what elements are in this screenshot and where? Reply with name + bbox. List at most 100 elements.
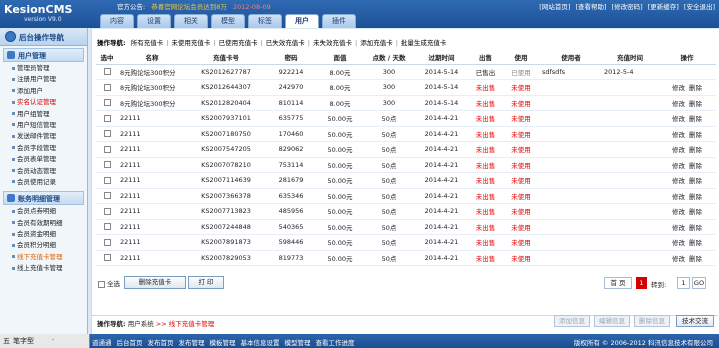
status-link[interactable]: 后台首页 [117,339,143,347]
table-row[interactable]: 22111 KS2007114639 281679 50.00元 50点 2014-4-2… [96,172,716,189]
sidebar-item[interactable]: 会员表单管理 [12,154,81,165]
sidebar-item[interactable]: 添加用户 [12,86,81,97]
tab-users[interactable]: 用户 [285,14,319,28]
sidebar-item[interactable]: 线下充值卡管理 [12,252,81,263]
table-row[interactable]: 22111 KS2007366378 635346 50.00元 50点 2014-4-2… [96,188,716,204]
status-link[interactable]: 模型管理 [285,339,311,347]
row-checkbox[interactable] [103,176,111,184]
sidebar-item[interactable]: 会员有效期明细 [12,218,81,229]
sidebar-item[interactable]: 用户短信管理 [12,120,81,131]
edit-link[interactable]: 修改 [672,177,685,185]
row-checkbox[interactable] [103,145,111,153]
page-number-input[interactable]: 1 [677,277,690,289]
opnav-link[interactable]: 已失效充值卡 [266,39,305,47]
tech-exchange-button[interactable]: 技术交流 [676,315,714,327]
tab-related[interactable]: 相关 [174,14,208,28]
edit-link[interactable]: 修改 [672,146,685,154]
edit-link[interactable]: 修改 [672,255,685,263]
sidebar-item[interactable]: 管理员管理 [12,63,81,74]
opnav-link[interactable]: 所有充值卡 [131,39,164,47]
row-checkbox[interactable] [103,130,111,138]
status-link[interactable]: 基本信息设置 [241,339,280,347]
status-link[interactable]: 发布首页 [148,339,174,347]
row-checkbox[interactable] [103,161,111,169]
current-page[interactable]: 1 [636,277,647,289]
table-row[interactable]: 8元购论坛300积分 KS2012820404 810114 8.00元 300 2014… [96,95,716,111]
delete-link[interactable]: 删除 [689,162,702,170]
status-link[interactable]: 发布管理 [179,339,205,347]
sidebar-item[interactable]: 会员积分明细 [12,240,81,251]
row-checkbox[interactable] [103,238,111,246]
opnav-link[interactable]: 添加充值卡 [360,39,393,47]
ime-punct[interactable]: · [52,336,54,344]
section-account-details[interactable]: 账务明细管理 [3,191,84,206]
toplink-help[interactable]: [查看帮助] [575,3,606,11]
toplink-cache[interactable]: [更新缓存] [648,3,679,11]
sidebar-item[interactable]: 注册用户管理 [12,74,81,85]
tab-plugins[interactable]: 插件 [322,14,356,28]
table-row[interactable]: 8元购论坛300积分 KS2012627787 922214 8.00元 300 2014… [96,64,716,80]
table-row[interactable]: 22111 KS2007937101 635775 50.00元 50点 2014-4-2… [96,110,716,127]
add-info-button[interactable]: 添加信息 [554,315,590,327]
delete-link[interactable]: 删除 [689,193,702,201]
print-button[interactable]: 打 印 [188,276,224,289]
row-checkbox[interactable] [103,114,111,122]
sidebar-item[interactable]: 会员点券明细 [12,206,81,217]
ime-mode[interactable]: 五 [3,336,10,346]
opnav-link[interactable]: 批量生成充值卡 [401,39,447,47]
opnav-link[interactable]: 已使用充值卡 [219,39,258,47]
edit-info-button[interactable]: 编辑信息 [594,315,630,327]
go-button[interactable]: GO [692,277,706,289]
opnav-link[interactable]: 未失效充值卡 [313,39,352,47]
status-link[interactable]: 查看工作进度 [316,339,355,347]
bottom-nav-path[interactable]: 用户系统 [128,320,154,328]
first-page-link[interactable]: 首 页 [604,277,632,289]
delete-info-button[interactable]: 删除信息 [634,315,670,327]
delete-link[interactable]: 删除 [689,239,702,247]
edit-link[interactable]: 修改 [672,115,685,123]
table-row[interactable]: 22111 KS2007891873 598446 50.00元 50点 2014-4-2… [96,234,716,251]
select-all-checkbox[interactable] [98,280,105,288]
tab-content[interactable]: 内容 [100,14,134,28]
row-checkbox[interactable] [103,207,111,215]
tab-models[interactable]: 模型 [211,14,245,28]
status-link[interactable]: 道通通 [92,339,112,347]
row-checkbox[interactable] [103,68,111,76]
delete-link[interactable]: 删除 [689,115,702,123]
edit-link[interactable]: 修改 [672,193,685,201]
edit-link[interactable]: 修改 [672,84,685,92]
sidebar-item[interactable]: 用户组管理 [12,109,81,120]
table-row[interactable]: 22111 KS2007547205 829062 50.00元 50点 2014-4-2… [96,141,716,158]
delete-link[interactable]: 删除 [689,224,702,232]
row-checkbox[interactable] [103,254,111,262]
sidebar-item[interactable]: 会员动态管理 [12,166,81,177]
table-row[interactable]: 8元购论坛300积分 KS2012644307 242970 8.00元 300 2014… [96,79,716,96]
delete-link[interactable]: 删除 [689,208,702,216]
delete-card-button[interactable]: 删除充值卡 [124,276,186,289]
tab-tags[interactable]: 标签 [248,14,282,28]
sidebar-item[interactable]: 线上充值卡管理 [12,263,81,274]
table-row[interactable]: 22111 KS2007078210 753114 50.00元 50点 2014-4-2… [96,157,716,173]
sidebar-item[interactable]: 会员字段管理 [12,143,81,154]
toplink-logout[interactable]: [安全退出] [684,3,715,11]
delete-link[interactable]: 删除 [689,255,702,263]
delete-link[interactable]: 删除 [689,84,702,92]
toplink-password[interactable]: [修改密码] [612,3,643,11]
row-checkbox[interactable] [103,223,111,231]
edit-link[interactable]: 修改 [672,162,685,170]
section-user-management[interactable]: 用户管理 [3,48,84,62]
edit-link[interactable]: 修改 [672,224,685,232]
sidebar-item[interactable]: 实名认证管理 [12,97,81,108]
sidebar-item[interactable]: 会员使用记录 [12,177,81,188]
tab-settings[interactable]: 设置 [137,14,171,28]
row-checkbox[interactable] [103,192,111,200]
edit-link[interactable]: 修改 [672,208,685,216]
edit-link[interactable]: 修改 [672,100,685,108]
table-row[interactable]: 22111 KS2007829053 819773 50.00元 50点 2014-4-2… [96,250,716,266]
delete-link[interactable]: 删除 [689,100,702,108]
table-row[interactable]: 22111 KS2007180750 170460 50.00元 50点 2014-4-2… [96,126,716,142]
row-checkbox[interactable] [103,83,111,91]
status-link[interactable]: 模板管理 [210,339,236,347]
opnav-link[interactable]: 未使用充值卡 [171,39,210,47]
select-all[interactable]: 全选 [98,278,120,288]
